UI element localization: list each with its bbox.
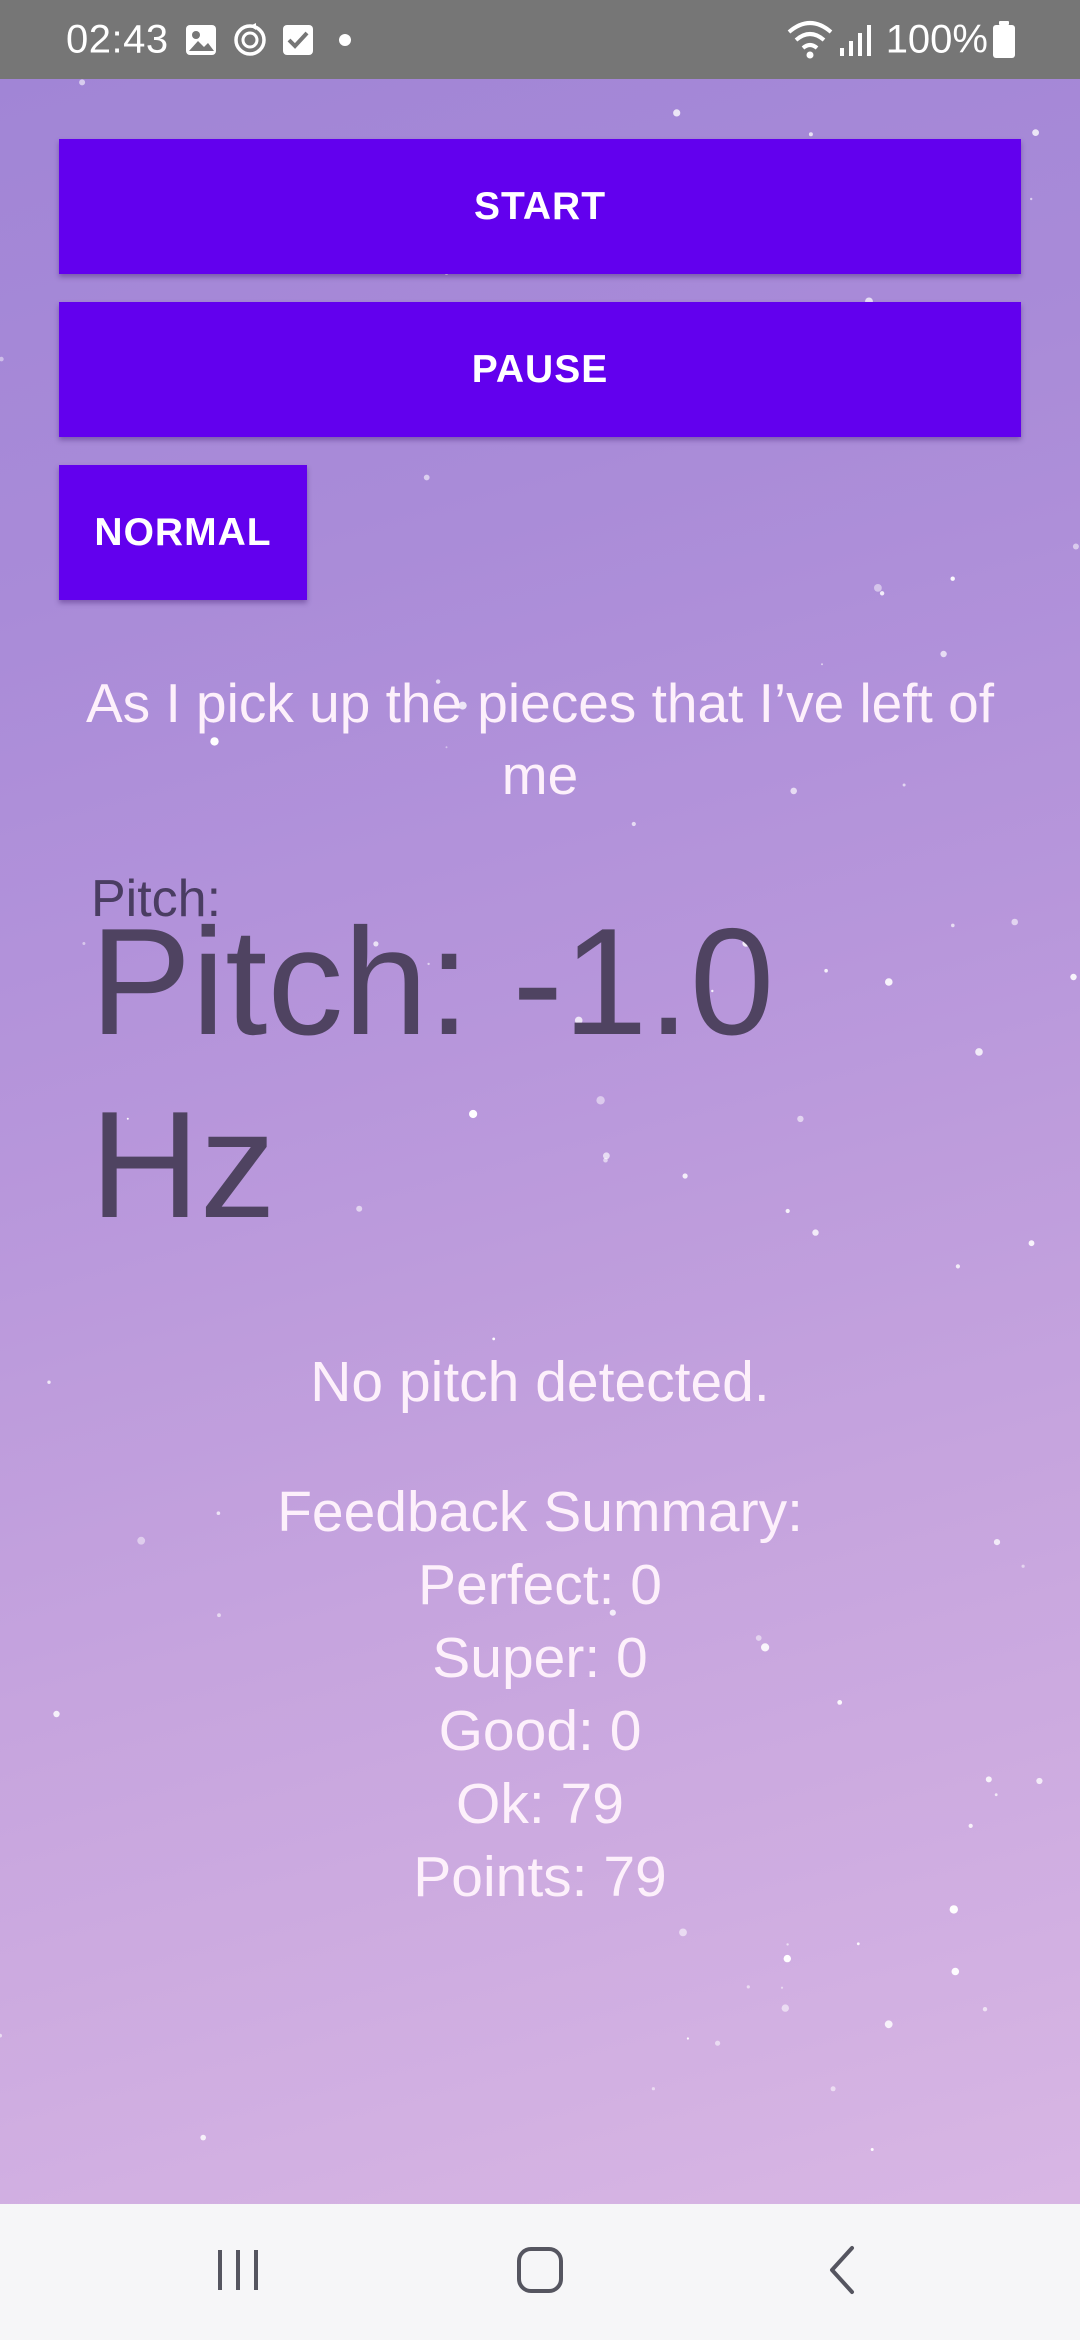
app-content: START PAUSE NORMAL As I pick up the piec…: [0, 79, 1080, 2204]
star: [783, 1954, 791, 1963]
star: [1028, 1240, 1035, 1247]
star: [781, 2004, 789, 2012]
star: [1030, 197, 1033, 201]
star: [1032, 129, 1039, 136]
star: [1011, 918, 1018, 926]
star: [874, 584, 882, 592]
recents-button[interactable]: [148, 2204, 328, 2340]
star: [651, 2087, 656, 2091]
status-time: 02:43: [66, 17, 169, 61]
wifi-icon: [786, 20, 834, 60]
star: [0, 2033, 2, 2038]
star: [955, 1264, 961, 1269]
checkbox-icon: [281, 23, 315, 57]
feedback-ok: Ok: 79: [456, 1772, 624, 1836]
star: [856, 1942, 860, 1946]
star: [884, 2020, 893, 2029]
back-button[interactable]: [752, 2204, 932, 2340]
normal-button[interactable]: NORMAL: [59, 465, 307, 600]
feedback-title: Feedback Summary:: [277, 1480, 803, 1544]
start-button[interactable]: START: [59, 139, 1021, 274]
star: [830, 2086, 836, 2092]
star: [715, 2040, 721, 2046]
star: [79, 79, 86, 86]
back-icon: [826, 2245, 858, 2300]
star: [808, 132, 813, 137]
star: [746, 1985, 750, 1989]
feedback-good: Good: 0: [438, 1699, 642, 1763]
star: [982, 2007, 988, 2012]
battery-percentage: 100%: [885, 17, 988, 61]
sync-icon: [232, 22, 268, 58]
battery-icon: [992, 20, 1016, 59]
star: [631, 821, 636, 827]
status-bar: 02:43 100%: [0, 0, 1080, 79]
recents-icon: [215, 2248, 261, 2297]
star: [1072, 543, 1079, 550]
feedback-points: Points: 79: [413, 1845, 667, 1909]
pitch-value: Pitch: -1.0 Hz: [90, 897, 775, 1250]
star: [786, 1943, 789, 1946]
feedback-perfect: Perfect: 0: [418, 1553, 662, 1617]
image-icon: [184, 23, 218, 57]
star: [82, 942, 86, 945]
star: [492, 1337, 496, 1341]
pitch-status: No pitch detected.: [310, 1350, 770, 1414]
star: [0, 356, 4, 362]
star: [1070, 973, 1077, 981]
feedback-summary: Feedback Summary: Perfect: 0 Super: 0 Go…: [0, 1476, 1080, 1914]
star: [821, 663, 823, 666]
star: [870, 2148, 874, 2151]
lyric-line: As I pick up the pieces that I’ve left o…: [86, 672, 994, 806]
star: [879, 591, 885, 596]
navigation-bar: [0, 2204, 1080, 2340]
star: [679, 1928, 687, 1937]
star: [423, 474, 430, 481]
star: [950, 576, 955, 581]
signal-icon: [838, 22, 874, 58]
dot-icon: [338, 33, 352, 47]
star: [780, 1986, 784, 1989]
home-button[interactable]: [450, 2204, 630, 2340]
pause-button[interactable]: PAUSE: [59, 302, 1021, 437]
feedback-super: Super: 0: [432, 1626, 648, 1690]
screen: 02:43 100% START PAUSE NORMAL As I pick …: [0, 0, 1080, 2340]
star: [200, 2134, 206, 2141]
home-icon: [516, 2246, 564, 2299]
star: [686, 2037, 690, 2040]
star: [940, 650, 947, 658]
star: [673, 109, 681, 117]
star: [951, 1967, 960, 1976]
